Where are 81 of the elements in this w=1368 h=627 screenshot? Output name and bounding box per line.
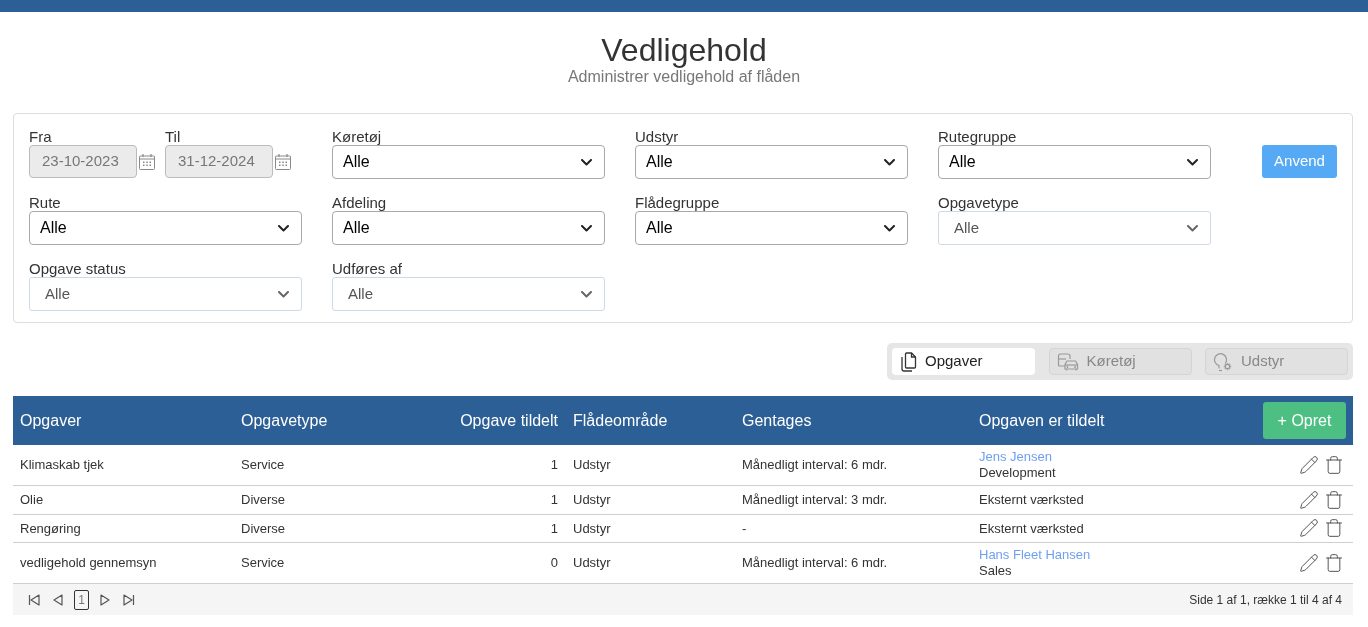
last-page-icon[interactable] xyxy=(121,592,135,607)
next-page-icon[interactable] xyxy=(98,592,112,607)
table-cell: Månedligt interval: 3 mdr. xyxy=(742,492,888,507)
trash-icon[interactable] xyxy=(1324,518,1344,539)
column-header: Opgaver xyxy=(20,411,82,429)
pencil-icon[interactable] xyxy=(1299,553,1319,573)
dropdown[interactable]: Alle xyxy=(332,211,605,245)
dropdown[interactable]: Alle xyxy=(938,145,1211,179)
department-text: Development xyxy=(979,465,1056,481)
table-cell: Diverse xyxy=(241,520,286,536)
pencil-icon[interactable] xyxy=(1299,455,1319,475)
field-label: Rutegruppe xyxy=(938,129,1017,145)
table-cell: Udstyr xyxy=(573,520,611,536)
previous-page-icon[interactable] xyxy=(51,592,65,607)
chevron-down-icon xyxy=(884,224,895,232)
table-cell: vedligehold gennemsyn xyxy=(20,555,157,571)
table-cell: Udstyr xyxy=(573,555,611,571)
table-cell: - xyxy=(742,520,747,536)
bus-and-car-icon xyxy=(1056,352,1079,371)
column-header: Opgave tildelt xyxy=(460,411,558,429)
dropdown[interactable]: Alle xyxy=(332,277,605,311)
column-header: Opgavetype xyxy=(241,411,328,429)
page-title: Vedligehold xyxy=(601,32,767,68)
calendar-icon[interactable] xyxy=(138,152,156,171)
field-label: Opgavetype xyxy=(938,195,1019,211)
chevron-down-icon xyxy=(581,158,592,166)
chevron-down-icon xyxy=(581,290,592,298)
field-label: Rute xyxy=(29,195,61,211)
field-label: Udføres af xyxy=(332,261,403,277)
view-tab[interactable]: Opgaver xyxy=(892,348,1035,375)
department-text: Sales xyxy=(979,563,1012,579)
bulb-with-gear-icon xyxy=(1213,351,1233,372)
field-label: Udstyr xyxy=(635,129,679,145)
field-label: Flådegruppe xyxy=(635,195,720,211)
field-label: Køretøj xyxy=(332,129,382,145)
chevron-down-icon xyxy=(278,290,289,298)
dropdown[interactable]: Alle xyxy=(332,145,605,179)
chevron-down-icon xyxy=(1187,158,1198,166)
first-page-icon[interactable] xyxy=(28,592,42,607)
trash-icon[interactable] xyxy=(1324,455,1344,475)
column-header: Opgaven er tildelt xyxy=(979,411,1105,429)
table-cell: Diverse xyxy=(241,492,286,507)
table-cell: Rengøring xyxy=(20,520,81,536)
assignee-text: Eksternt værksted xyxy=(979,520,1084,536)
column-header: Flådeområde xyxy=(573,411,668,429)
chevron-down-icon xyxy=(884,158,895,166)
page-subtitle: Administrer vedligehold af flåden xyxy=(567,68,801,86)
pencil-icon[interactable] xyxy=(1299,489,1319,510)
documents-icon xyxy=(899,351,917,372)
table-cell: 1 xyxy=(550,457,558,473)
dropdown[interactable]: Alle xyxy=(29,277,302,311)
calendar-icon[interactable] xyxy=(274,152,292,171)
page-number[interactable]: 1 xyxy=(74,589,89,610)
pencil-icon[interactable] xyxy=(1299,518,1319,539)
dropdown[interactable]: Alle xyxy=(635,211,908,245)
table-cell: Klimaskab tjek xyxy=(20,457,104,473)
field-label: Afdeling xyxy=(332,195,387,211)
table-cell: Månedligt interval: 6 mdr. xyxy=(742,457,888,473)
table-cell: Service xyxy=(241,457,285,473)
table-cell: 0 xyxy=(550,555,558,571)
dropdown[interactable]: Alle xyxy=(29,211,302,245)
chevron-down-icon xyxy=(278,224,289,232)
table-cell: 1 xyxy=(550,492,558,507)
table-cell: Månedligt interval: 6 mdr. xyxy=(742,555,888,571)
pager-summary: Side 1 af 1, række 1 til 4 af 4 xyxy=(1189,591,1342,609)
field-label: Til xyxy=(165,129,181,145)
dropdown[interactable]: Alle xyxy=(938,211,1211,245)
table-cell: Udstyr xyxy=(573,457,611,473)
assignee-text: Eksternt værksted xyxy=(979,492,1084,507)
trash-icon[interactable] xyxy=(1324,553,1344,573)
dropdown[interactable]: Alle xyxy=(635,145,908,179)
chevron-down-icon xyxy=(1187,224,1198,232)
chevron-down-icon xyxy=(581,224,592,232)
table-cell: 1 xyxy=(550,520,558,536)
field-label: Fra xyxy=(29,129,52,145)
table-cell: Udstyr xyxy=(573,492,611,507)
field-label: Opgave status xyxy=(29,261,126,277)
table-cell: Olie xyxy=(20,492,44,507)
trash-icon[interactable] xyxy=(1324,489,1344,510)
column-header: Gentages xyxy=(742,411,812,429)
table-cell: Service xyxy=(241,555,285,571)
